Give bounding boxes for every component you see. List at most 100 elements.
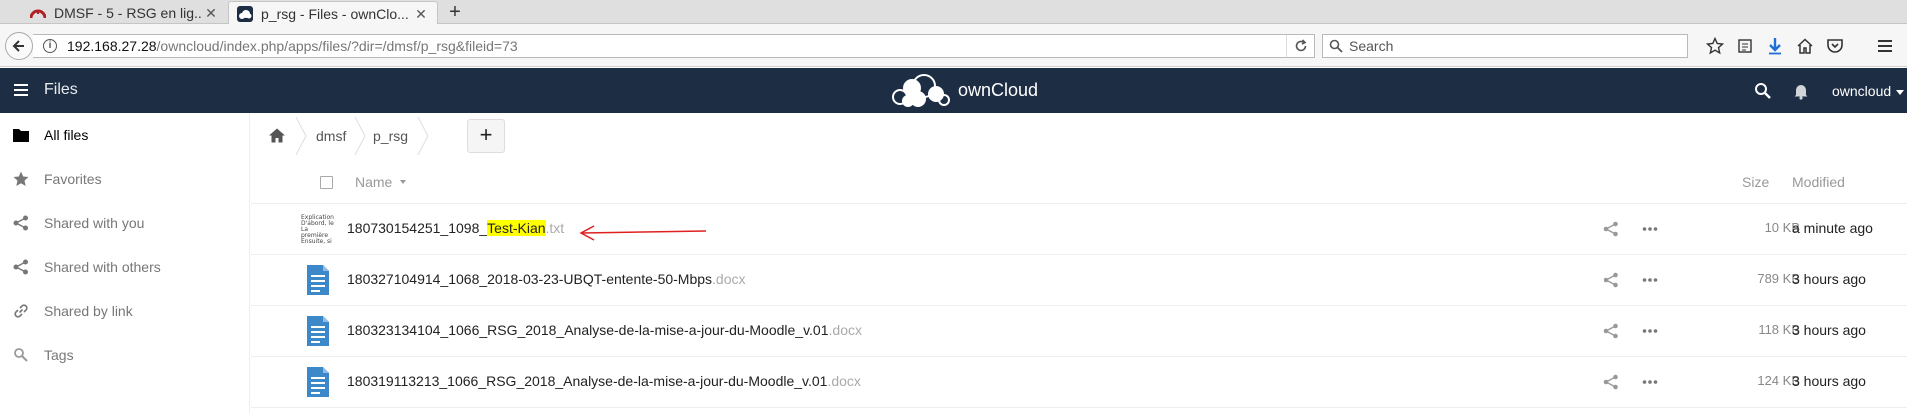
star-icon bbox=[13, 171, 29, 187]
breadcrumb-separator-icon bbox=[354, 117, 366, 155]
sidebar-item-tags[interactable]: Tags bbox=[0, 333, 250, 377]
sidebar-item-label: Shared with others bbox=[44, 259, 161, 275]
tag-icon bbox=[13, 347, 29, 363]
breadcrumb-separator-icon bbox=[417, 117, 429, 155]
browser-tab-strip: DMSF - 5 - RSG en lig... ✕ p_rsg - Files… bbox=[0, 0, 1907, 25]
sort-down-icon bbox=[400, 180, 407, 184]
address-bar[interactable]: i 192.168.27.28 /owncloud/index.php/apps… bbox=[33, 34, 1315, 58]
reload-button[interactable] bbox=[1286, 35, 1314, 57]
browser-tab-dmsf[interactable]: DMSF - 5 - RSG en lig... ✕ bbox=[22, 1, 227, 25]
brand-name: ownCloud bbox=[958, 80, 1039, 100]
document-file-icon bbox=[307, 265, 329, 295]
breadcrumb-separator-icon bbox=[295, 117, 307, 155]
menu-icon[interactable] bbox=[1870, 34, 1900, 58]
link-icon bbox=[13, 303, 29, 319]
more-options-icon[interactable] bbox=[1642, 272, 1658, 288]
bookmark-star-icon[interactable] bbox=[1700, 34, 1730, 58]
owncloud-header: Files ownCloud owncloud bbox=[0, 68, 1907, 113]
more-options-icon[interactable] bbox=[1642, 374, 1658, 390]
preview-line: Ensuite, si bbox=[301, 238, 332, 245]
breadcrumb-item-dmsf[interactable]: dmsf bbox=[316, 113, 346, 158]
folder-icon bbox=[13, 127, 29, 143]
share-icon[interactable] bbox=[1603, 323, 1619, 339]
search-icon bbox=[1329, 39, 1343, 53]
file-name[interactable]: 180730154251_1098_Test-Kian.txt bbox=[347, 220, 564, 236]
file-name-base: 180319113213_1066_RSG_2018_Analyse-de-la… bbox=[347, 373, 828, 389]
more-options-icon[interactable] bbox=[1642, 323, 1658, 339]
pocket-icon[interactable] bbox=[1820, 34, 1850, 58]
file-extension: .docx bbox=[712, 271, 746, 287]
caret-down-icon bbox=[1896, 89, 1905, 95]
file-name-prefix: 180730154251_1098_ bbox=[347, 220, 488, 236]
sidebar-item-label: Shared by link bbox=[44, 303, 133, 319]
tab-label: DMSF - 5 - RSG en lig... bbox=[54, 5, 203, 21]
search-icon[interactable] bbox=[1754, 82, 1772, 100]
file-name[interactable]: 180319113213_1066_RSG_2018_Analyse-de-la… bbox=[347, 373, 861, 389]
browser-search-bar[interactable] bbox=[1322, 34, 1688, 58]
column-header-modified[interactable]: Modified bbox=[1792, 174, 1845, 190]
file-modified: 3 hours ago bbox=[1792, 271, 1866, 287]
hamburger-menu-icon[interactable] bbox=[14, 84, 28, 96]
arrow-left-icon bbox=[12, 40, 24, 52]
share-icon[interactable] bbox=[1603, 221, 1619, 237]
sidebar-item-favorites[interactable]: Favorites bbox=[0, 157, 250, 201]
new-tab-button[interactable]: + bbox=[444, 2, 466, 24]
browser-nav-bar: i 192.168.27.28 /owncloud/index.php/apps… bbox=[0, 24, 1907, 67]
text-file-preview-thumbnail: Explication D'abord, le La première Ensu… bbox=[301, 212, 335, 246]
owncloud-favicon-icon bbox=[237, 5, 253, 22]
sidebar-item-shared-by-link[interactable]: Shared by link bbox=[0, 289, 250, 333]
app-title[interactable]: Files bbox=[44, 81, 78, 99]
owncloud-logo-icon bbox=[892, 74, 950, 107]
file-name[interactable]: 180323134104_1066_RSG_2018_Analyse-de-la… bbox=[347, 322, 862, 338]
sidebar-item-label: Favorites bbox=[44, 171, 102, 187]
breadcrumb: dmsf p_rsg + bbox=[251, 113, 1907, 158]
site-info-icon[interactable]: i bbox=[43, 39, 57, 53]
app-navigation-sidebar: All files Favorites Shared with you Shar… bbox=[0, 113, 250, 413]
close-tab-icon[interactable]: ✕ bbox=[203, 5, 219, 21]
browser-toolbar-icons bbox=[1700, 34, 1900, 58]
file-modified: 3 hours ago bbox=[1792, 322, 1866, 338]
search-input[interactable] bbox=[1349, 38, 1687, 54]
file-name[interactable]: 180327104914_1068_2018-03-23-UBQT-entent… bbox=[347, 271, 746, 287]
url-host: 192.168.27.28 bbox=[67, 38, 157, 54]
file-modified: a minute ago bbox=[1792, 220, 1873, 236]
column-header-size[interactable]: Size bbox=[1742, 174, 1769, 190]
home-icon[interactable] bbox=[1790, 34, 1820, 58]
download-icon[interactable] bbox=[1760, 34, 1790, 58]
sidebar-item-label: All files bbox=[44, 127, 89, 143]
table-row[interactable]: 180323134104_1066_RSG_2018_Analyse-de-la… bbox=[251, 306, 1907, 357]
notifications-bell-icon[interactable] bbox=[1792, 82, 1810, 100]
annotation-arrow-icon bbox=[579, 225, 707, 241]
share-icon[interactable] bbox=[1603, 272, 1619, 288]
column-header-name[interactable]: Name bbox=[355, 174, 407, 190]
document-file-icon bbox=[307, 316, 329, 346]
reading-list-icon[interactable] bbox=[1730, 34, 1760, 58]
browser-tab-owncloud[interactable]: p_rsg - Files - ownClo... ✕ bbox=[228, 1, 438, 25]
sidebar-item-label: Tags bbox=[44, 347, 74, 363]
sidebar-item-shared-with-others[interactable]: Shared with others bbox=[0, 245, 250, 289]
breadcrumb-home[interactable] bbox=[269, 113, 285, 158]
sidebar-item-shared-with-you[interactable]: Shared with you bbox=[0, 201, 250, 245]
share-icon[interactable] bbox=[1603, 374, 1619, 390]
table-row[interactable]: 180319113213_1066_RSG_2018_Analyse-de-la… bbox=[251, 357, 1907, 408]
share-icon bbox=[13, 259, 29, 275]
back-button[interactable] bbox=[5, 32, 33, 60]
file-extension: .docx bbox=[827, 373, 861, 389]
more-options-icon[interactable] bbox=[1642, 221, 1658, 237]
home-icon bbox=[269, 128, 285, 143]
column-label: Name bbox=[355, 174, 393, 190]
tab-label: p_rsg - Files - ownClo... bbox=[261, 5, 409, 22]
table-row[interactable]: 180327104914_1068_2018-03-23-UBQT-entent… bbox=[251, 255, 1907, 306]
breadcrumb-item-p-rsg[interactable]: p_rsg bbox=[373, 113, 408, 158]
select-all-checkbox[interactable] bbox=[320, 176, 333, 189]
sidebar-item-all-files[interactable]: All files bbox=[0, 113, 250, 157]
file-list-header: Name Size Modified bbox=[251, 160, 1907, 204]
new-file-button[interactable]: + bbox=[467, 119, 505, 153]
table-row[interactable]: Explication D'abord, le La première Ensu… bbox=[251, 204, 1907, 255]
file-name-base: 180327104914_1068_2018-03-23-UBQT-entent… bbox=[347, 271, 713, 287]
document-file-icon bbox=[307, 367, 329, 397]
file-list: Name Size Modified Explication D'abord, … bbox=[251, 160, 1907, 408]
username: owncloud bbox=[1832, 83, 1892, 99]
close-tab-icon[interactable]: ✕ bbox=[413, 6, 429, 22]
user-menu[interactable]: owncloud bbox=[1832, 83, 1905, 99]
